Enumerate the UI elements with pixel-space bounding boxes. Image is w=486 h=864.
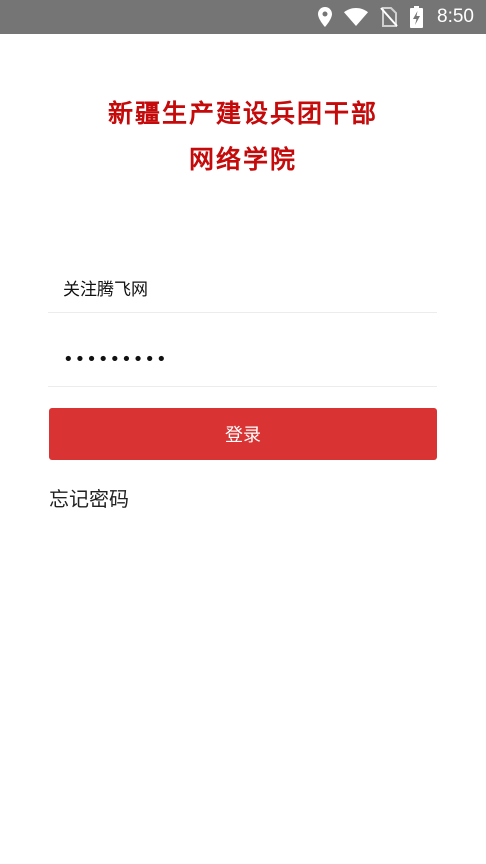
username-input[interactable] <box>48 262 433 312</box>
battery-charging-icon <box>410 6 424 28</box>
location-icon <box>318 7 333 27</box>
forgot-password-link[interactable]: 忘记密码 <box>49 483 129 512</box>
no-sim-icon <box>380 7 398 27</box>
password-input[interactable] <box>48 333 433 386</box>
status-bar: 8:50 <box>0 0 486 34</box>
login-button[interactable]: 登录 <box>49 408 437 460</box>
wifi-icon <box>344 8 369 26</box>
app-title-line1: 新疆生产建设兵团干部 <box>107 99 378 128</box>
status-time: 8:50 <box>437 6 474 27</box>
app-title-line2: 网络学院 <box>188 145 297 174</box>
password-field <box>48 333 437 387</box>
username-field <box>48 262 437 313</box>
status-icons: 8:50 <box>318 0 474 34</box>
